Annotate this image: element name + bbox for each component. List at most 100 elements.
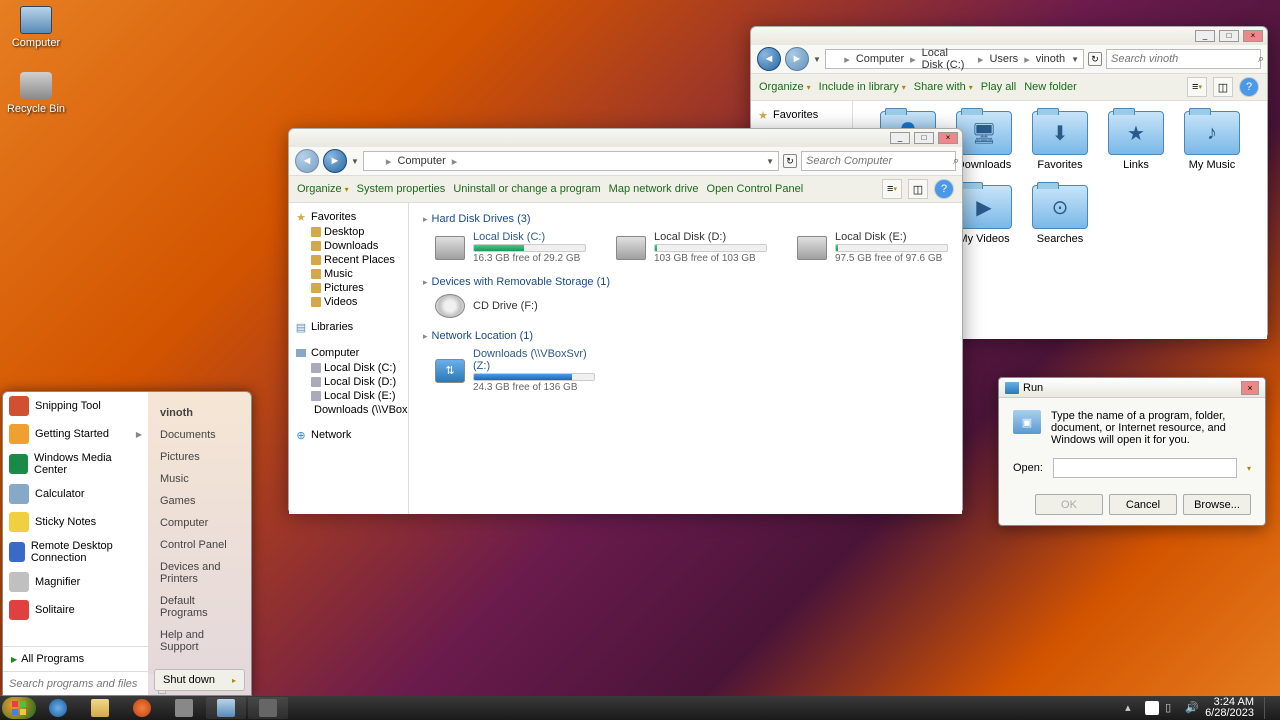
close-button[interactable]: × [1243, 30, 1263, 42]
taskbar-app1[interactable] [164, 697, 204, 719]
preview-pane-button[interactable]: ◫ [908, 179, 928, 199]
all-programs-button[interactable]: ▶All Programs [3, 646, 148, 671]
taskbar-mediaplayer[interactable] [122, 697, 162, 719]
drive-network[interactable]: ⇅ Downloads (\\VBoxSvr) (Z:) 24.3 GB fre… [435, 348, 595, 393]
sidebar-item[interactable]: Local Disk (E:) [293, 389, 404, 403]
search-input[interactable] [1107, 53, 1258, 65]
start-link-item[interactable]: Default Programs [148, 590, 251, 624]
maximize-button[interactable]: □ [914, 132, 934, 144]
start-program-item[interactable]: Getting Started▶ [3, 420, 148, 448]
taskbar-explorer-running[interactable] [206, 697, 246, 719]
history-dropdown[interactable]: ▼ [351, 157, 359, 166]
sidebar-favorites[interactable]: ★Favorites [293, 209, 404, 225]
refresh-button[interactable]: ↻ [1088, 52, 1102, 66]
chevron-right-icon[interactable]: ▸ [232, 676, 236, 685]
help-button[interactable]: ? [934, 179, 954, 199]
toolbar-uninstall[interactable]: Uninstall or change a program [453, 183, 600, 195]
breadcrumb[interactable]: Local Disk (C:) [922, 47, 972, 71]
run-open-input[interactable] [1053, 458, 1237, 478]
run-dropdown[interactable]: ▾ [1247, 464, 1251, 473]
show-desktop-button[interactable] [1264, 697, 1274, 719]
sidebar-item[interactable]: Downloads (\\VBoxSvr) (Z:) [293, 403, 404, 417]
start-program-item[interactable]: Calculator [3, 480, 148, 508]
breadcrumb[interactable]: Computer [856, 53, 904, 65]
toolbar-playall[interactable]: Play all [981, 81, 1016, 93]
back-button[interactable]: ◄ [295, 149, 319, 173]
taskbar-explorer[interactable] [80, 697, 120, 719]
folder-item[interactable]: ⬇Favorites [1025, 111, 1095, 171]
search-box[interactable]: ⌕ [801, 151, 956, 171]
start-search-input[interactable] [3, 674, 158, 694]
minimize-button[interactable]: _ [1195, 30, 1215, 42]
category-network[interactable]: Network Location (1) [423, 326, 948, 346]
close-button[interactable]: × [938, 132, 958, 144]
address-dropdown[interactable]: ▼ [1071, 55, 1079, 64]
start-link-item[interactable]: Control Panel [148, 534, 251, 556]
folder-item[interactable]: ⊙Searches [1025, 185, 1095, 245]
toolbar-sysprops[interactable]: System properties [357, 183, 446, 195]
view-button[interactable]: ≡▾ [1187, 77, 1207, 97]
folder-item[interactable]: ★Links [1101, 111, 1171, 171]
taskbar-app2[interactable] [248, 697, 288, 719]
start-link-item[interactable]: vinoth [148, 402, 251, 424]
toolbar-mapnetwork[interactable]: Map network drive [609, 183, 699, 195]
start-program-item[interactable]: Windows Media Center [3, 448, 148, 480]
start-button[interactable] [2, 697, 36, 719]
run-dialog[interactable]: Run × ▣ Type the name of a program, fold… [998, 377, 1266, 526]
drive-cd[interactable]: CD Drive (F:) [435, 294, 595, 318]
toolbar-share[interactable]: Share with▾ [914, 81, 973, 93]
toolbar-controlpanel[interactable]: Open Control Panel [707, 183, 804, 195]
category-hdd[interactable]: Hard Disk Drives (3) [423, 209, 948, 229]
start-program-item[interactable]: Sticky Notes [3, 508, 148, 536]
tray-clock[interactable]: 3:24 AM 6/28/2023 [1205, 697, 1254, 719]
desktop-icon-recycle[interactable]: Recycle Bin [6, 72, 66, 115]
address-bar[interactable]: ▸ Computer ▸ ▼ [363, 151, 779, 171]
start-link-item[interactable]: Pictures [148, 446, 251, 468]
sidebar-item[interactable]: Downloads [293, 239, 404, 253]
toolbar-organize[interactable]: Organize▾ [297, 183, 349, 195]
back-button[interactable]: ◄ [757, 47, 781, 71]
sidebar-item[interactable]: Videos [293, 295, 404, 309]
address-bar[interactable]: ▸ Computer ▸ Local Disk (C:) ▸ Users ▸ v… [825, 49, 1084, 69]
category-removable[interactable]: Devices with Removable Storage (1) [423, 272, 948, 292]
preview-pane-button[interactable]: ◫ [1213, 77, 1233, 97]
start-program-item[interactable]: Magnifier [3, 568, 148, 596]
maximize-button[interactable]: □ [1219, 30, 1239, 42]
tray-volume-icon[interactable]: 🔊 [1185, 701, 1199, 715]
minimize-button[interactable]: _ [890, 132, 910, 144]
search-icon[interactable]: ⌕ [1258, 53, 1264, 66]
start-link-item[interactable]: Devices and Printers [148, 556, 251, 590]
sidebar-computer[interactable]: Computer [293, 345, 404, 361]
sidebar-item[interactable]: Recent Places [293, 253, 404, 267]
breadcrumb[interactable]: vinoth [1036, 53, 1065, 65]
folder-item[interactable]: ♪My Music [1177, 111, 1247, 171]
window-titlebar[interactable]: _ □ × [289, 129, 962, 147]
sidebar-item[interactable]: Local Disk (D:) [293, 375, 404, 389]
tray-flag-icon[interactable] [1145, 701, 1159, 715]
tray-show-hidden[interactable]: ▴ [1125, 701, 1139, 715]
cancel-button[interactable]: Cancel [1109, 494, 1177, 515]
sidebar-item[interactable]: Local Disk (C:) [293, 361, 404, 375]
shutdown-button[interactable]: Shut down▸ [154, 669, 245, 691]
ok-button[interactable]: OK [1035, 494, 1103, 515]
start-link-item[interactable]: Games [148, 490, 251, 512]
tray-network-icon[interactable]: ▯ [1165, 701, 1179, 715]
address-dropdown[interactable]: ▼ [766, 157, 774, 166]
forward-button[interactable]: ► [323, 149, 347, 173]
breadcrumb[interactable]: Users [989, 53, 1018, 65]
forward-button[interactable]: ► [785, 47, 809, 71]
taskbar-ie[interactable] [38, 697, 78, 719]
search-icon[interactable]: ⌕ [953, 155, 959, 168]
close-button[interactable]: × [1241, 381, 1259, 395]
desktop-icon-computer[interactable]: Computer [6, 6, 66, 49]
start-program-item[interactable]: Solitaire [3, 596, 148, 624]
start-program-item[interactable]: Remote Desktop Connection [3, 536, 148, 568]
refresh-button[interactable]: ↻ [783, 154, 797, 168]
start-link-item[interactable]: Help and Support [148, 624, 251, 658]
start-link-item[interactable]: Documents [148, 424, 251, 446]
search-box[interactable]: ⌕ [1106, 49, 1261, 69]
start-link-item[interactable]: Music [148, 468, 251, 490]
view-button[interactable]: ≡▾ [882, 179, 902, 199]
breadcrumb[interactable]: Computer [397, 155, 445, 167]
sidebar-favorites[interactable]: ★Favorites [755, 107, 848, 123]
